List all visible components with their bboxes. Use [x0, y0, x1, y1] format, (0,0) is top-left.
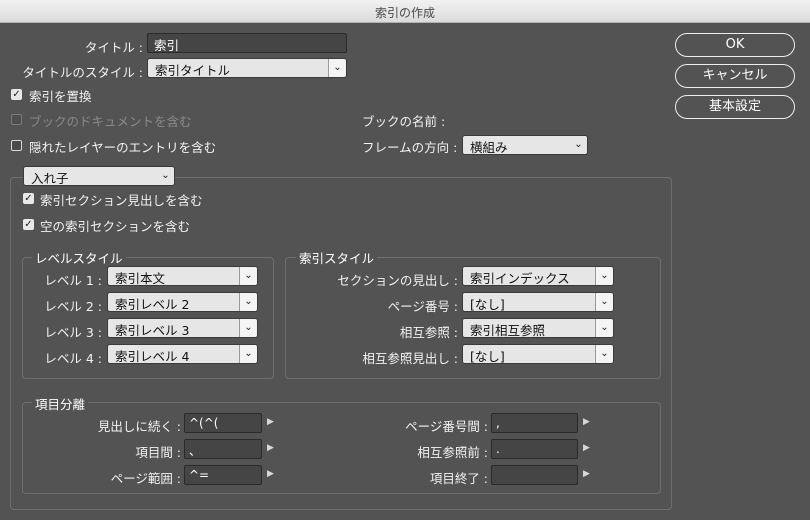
chevron-down-icon: ⌄ — [157, 167, 174, 185]
chevron-down-icon: ⌄ — [328, 59, 346, 77]
between-entries-input[interactable]: 、 — [184, 439, 262, 459]
title-style-value: 索引タイトル — [148, 59, 328, 77]
level-2-label: レベル 2 : — [44, 299, 102, 314]
book-name-label: ブックの名前 : — [362, 114, 446, 129]
level-1-select[interactable]: 索引本文 ⌄ — [107, 266, 258, 286]
include-hidden-layers-checkbox[interactable] — [11, 140, 22, 151]
page-number-select[interactable]: [なし] ⌄ — [462, 292, 614, 312]
between-page-numbers-input[interactable]: , — [491, 413, 578, 433]
frame-direction-select[interactable]: 横組み ⌄ — [462, 135, 588, 155]
include-hidden-layers-label: 隠れたレイヤーのエントリを含む — [29, 140, 217, 155]
triangle-right-icon[interactable]: ▶ — [267, 417, 274, 427]
include-book-docs-checkbox[interactable] — [11, 114, 22, 125]
level-4-value: 索引レベル 4 — [108, 345, 239, 363]
entry-end-label: 項目終了 : — [429, 471, 488, 486]
triangle-right-icon[interactable]: ▶ — [267, 469, 274, 479]
entry-end-input[interactable] — [491, 465, 578, 485]
section-heading-select[interactable]: 索引インデックス ⌄ — [462, 266, 614, 286]
level-3-label: レベル 3 : — [44, 325, 102, 340]
cross-reference-select[interactable]: 索引相互参照 ⌄ — [462, 318, 614, 338]
include-empty-sections-checkbox[interactable] — [23, 219, 34, 230]
chevron-down-icon: ⌄ — [595, 267, 613, 285]
chevron-down-icon: ⌄ — [595, 345, 613, 363]
title-label: タイトル : — [84, 40, 143, 55]
include-section-headings-label: 索引セクション見出しを含む — [40, 193, 203, 208]
cross-reference-heading-select[interactable]: [なし] ⌄ — [462, 344, 614, 364]
index-style-legend: 索引スタイル — [296, 248, 378, 267]
chevron-down-icon: ⌄ — [595, 293, 613, 311]
cancel-button[interactable]: キャンセル — [675, 64, 795, 88]
title-input[interactable]: 索引 — [147, 33, 347, 53]
window-titlebar: 索引の作成 — [0, 0, 810, 23]
replace-index-checkbox[interactable] — [11, 89, 22, 100]
title-style-select[interactable]: 索引タイトル ⌄ — [147, 58, 347, 78]
before-cross-reference-label: 相互参照前 : — [417, 445, 488, 460]
cross-reference-heading-label: 相互参照見出し : — [362, 351, 458, 366]
page-range-input[interactable]: ^= — [184, 465, 262, 485]
basic-settings-button[interactable]: 基本設定 — [675, 95, 795, 119]
triangle-right-icon[interactable]: ▶ — [267, 443, 274, 453]
page-number-label: ページ番号 : — [387, 299, 458, 314]
level-4-label: レベル 4 : — [44, 351, 102, 366]
cross-reference-heading-value: [なし] — [463, 345, 595, 363]
chevron-down-icon: ⌄ — [239, 319, 257, 337]
index-type-value: 入れ子 — [24, 167, 157, 185]
include-book-docs-label: ブックのドキュメントを含む — [29, 114, 192, 129]
level-3-select[interactable]: 索引レベル 3 ⌄ — [107, 318, 258, 338]
chevron-down-icon: ⌄ — [595, 319, 613, 337]
triangle-right-icon[interactable]: ▶ — [583, 417, 590, 427]
chevron-down-icon: ⌄ — [570, 136, 587, 154]
window-title: 索引の作成 — [374, 6, 435, 20]
cross-reference-label: 相互参照 : — [399, 325, 458, 340]
page-number-value: [なし] — [463, 293, 595, 311]
following-heading-label: 見出しに続く : — [97, 419, 181, 434]
level-1-label: レベル 1 : — [44, 273, 102, 288]
level-2-select[interactable]: 索引レベル 2 ⌄ — [107, 292, 258, 312]
frame-direction-value: 横組み — [463, 136, 570, 154]
level-1-value: 索引本文 — [108, 267, 239, 285]
chevron-down-icon: ⌄ — [239, 267, 257, 285]
triangle-right-icon[interactable]: ▶ — [583, 469, 590, 479]
replace-index-label: 索引を置換 — [29, 89, 92, 104]
chevron-down-icon: ⌄ — [239, 345, 257, 363]
include-section-headings-checkbox[interactable] — [23, 193, 34, 204]
following-heading-input[interactable]: ^(^( — [184, 413, 262, 433]
level-4-select[interactable]: 索引レベル 4 ⌄ — [107, 344, 258, 364]
separators-legend: 項目分離 — [32, 394, 89, 413]
ok-button[interactable]: OK — [675, 33, 795, 57]
section-heading-label: セクションの見出し : — [337, 273, 458, 288]
between-page-numbers-label: ページ番号間 : — [405, 419, 488, 434]
before-cross-reference-input[interactable]: . — [491, 439, 578, 459]
index-type-select[interactable]: 入れ子 ⌄ — [23, 166, 175, 186]
section-heading-value: 索引インデックス — [463, 267, 595, 285]
between-entries-label: 項目間 : — [135, 445, 181, 460]
frame-direction-label: フレームの方向 : — [362, 140, 458, 155]
cross-reference-value: 索引相互参照 — [463, 319, 595, 337]
title-style-label: タイトルのスタイル : — [22, 65, 143, 80]
page-range-label: ページ範囲 : — [110, 471, 181, 486]
level-3-value: 索引レベル 3 — [108, 319, 239, 337]
include-empty-sections-label: 空の索引セクションを含む — [40, 219, 191, 234]
chevron-down-icon: ⌄ — [239, 293, 257, 311]
triangle-right-icon[interactable]: ▶ — [583, 443, 590, 453]
level-2-value: 索引レベル 2 — [108, 293, 239, 311]
level-style-legend: レベルスタイル — [32, 248, 126, 267]
